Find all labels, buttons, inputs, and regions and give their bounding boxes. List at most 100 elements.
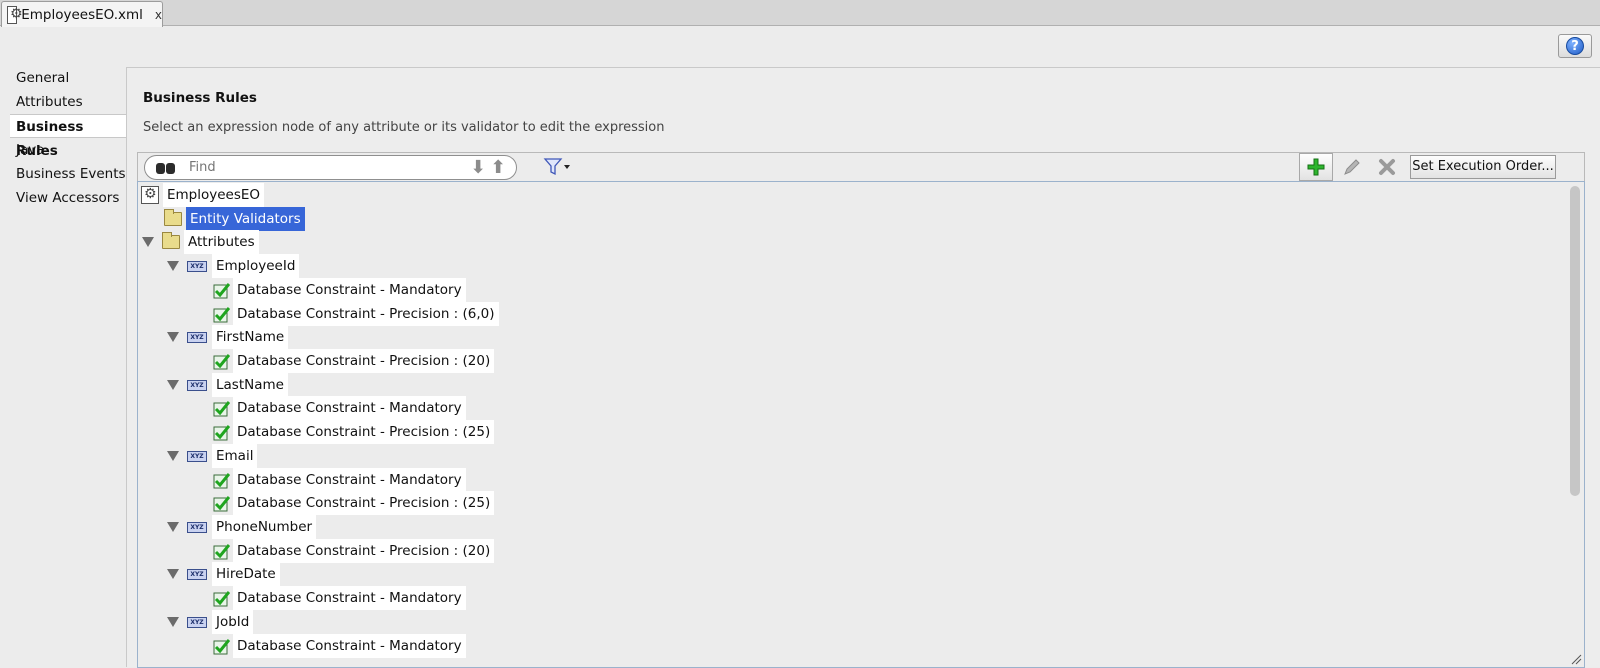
page-description: Select an expression node of any attribu…: [143, 120, 665, 135]
validator-check-icon: [213, 400, 230, 416]
tree-node-attribute[interactable]: XYZ Email: [167, 444, 258, 468]
expand-triangle-icon[interactable]: [167, 451, 179, 461]
tree-label: HireDate: [212, 562, 280, 586]
validator-check-icon: [213, 472, 230, 488]
tree-node-rule[interactable]: Database Constraint - Precision : (25): [213, 420, 495, 444]
validator-check-icon: [213, 638, 230, 654]
attribute-icon: XYZ: [187, 568, 207, 580]
entity-object-icon: [7, 5, 23, 24]
nav-item-business-events[interactable]: Business Events: [0, 162, 127, 186]
expand-triangle-icon[interactable]: [167, 261, 179, 271]
tree-label: Database Constraint - Mandatory: [233, 634, 466, 658]
pencil-icon: [1344, 159, 1360, 175]
nav-item-attributes[interactable]: Attributes: [0, 90, 127, 114]
validator-check-icon: [213, 282, 230, 298]
attribute-icon: XYZ: [187, 616, 207, 628]
attribute-icon: XYZ: [187, 260, 207, 272]
validator-check-icon: [213, 306, 230, 322]
editor-tab-strip: EmployeesEO.xml x: [0, 0, 1600, 27]
folder-icon: [162, 232, 180, 249]
expand-triangle-icon[interactable]: [167, 332, 179, 342]
help-icon: ?: [1566, 37, 1584, 55]
tree-node-attributes[interactable]: Attributes: [142, 230, 259, 254]
tree-label: Database Constraint - Precision : (25): [233, 420, 495, 444]
expand-triangle-icon[interactable]: [167, 569, 179, 579]
find-previous-icon[interactable]: ⬆: [490, 159, 506, 177]
rules-toolbar: ⬇ ⬆ Set Execution Order...: [137, 152, 1585, 182]
tree-label: Database Constraint - Mandatory: [233, 278, 466, 302]
validator-check-icon: [213, 590, 230, 606]
tree-label: Email: [212, 444, 258, 468]
expand-triangle-icon[interactable]: [167, 522, 179, 532]
tree-node-attribute[interactable]: XYZ JobId: [167, 610, 254, 634]
tree-node-rule[interactable]: Database Constraint - Mandatory: [213, 468, 466, 492]
edit-rule-button[interactable]: [1335, 153, 1369, 181]
tree-node-attribute[interactable]: XYZ EmployeeId: [167, 254, 300, 278]
filter-icon[interactable]: [543, 157, 573, 177]
validator-check-icon: [213, 424, 230, 440]
set-execution-order-button[interactable]: Set Execution Order...: [1410, 155, 1556, 179]
expand-triangle-icon[interactable]: [167, 617, 179, 627]
tree-node-rule[interactable]: Database Constraint - Mandatory: [213, 396, 466, 420]
help-button[interactable]: ?: [1558, 34, 1592, 58]
tree-label: Entity Validators: [186, 207, 305, 231]
tree-node-rule[interactable]: Database Constraint - Precision : (6,0): [213, 302, 499, 326]
add-rule-button[interactable]: [1299, 153, 1333, 181]
business-rules-panel: Business Rules Select an expression node…: [126, 67, 1600, 668]
tree-node-rule[interactable]: Database Constraint - Precision : (20): [213, 539, 495, 563]
tree-label: Database Constraint - Mandatory: [233, 468, 466, 492]
tree-label: PhoneNumber: [212, 515, 317, 539]
expand-triangle-icon[interactable]: [167, 380, 179, 390]
tab-label: EmployeesEO.xml: [21, 6, 143, 23]
entity-object-icon: [141, 186, 159, 204]
tree-node-attribute[interactable]: XYZ PhoneNumber: [167, 515, 317, 539]
folder-icon: [164, 209, 182, 226]
validator-check-icon: [213, 543, 230, 559]
tree-label: Attributes: [184, 230, 259, 254]
tree-label: LastName: [212, 373, 288, 397]
tree-node-rule[interactable]: Database Constraint - Precision : (20): [213, 349, 495, 373]
nav-item-general[interactable]: General: [0, 66, 127, 90]
tree-label: JobId: [212, 610, 254, 634]
business-rules-tree: EmployeesEO Entity Validators Attributes…: [137, 181, 1585, 668]
tree-node-rule[interactable]: Database Constraint - Precision : (25): [213, 491, 495, 515]
tree-node-rule[interactable]: Database Constraint - Mandatory: [213, 278, 466, 302]
attribute-icon: XYZ: [187, 331, 207, 343]
attribute-icon: XYZ: [187, 450, 207, 462]
tree-label: Database Constraint - Precision : (20): [233, 539, 495, 563]
tree-label: EmployeesEO: [163, 183, 265, 207]
nav-item-business-rules[interactable]: Business Rules: [10, 114, 127, 159]
vertical-scrollbar[interactable]: [1570, 186, 1580, 496]
delete-icon: [1379, 159, 1395, 175]
find-box: ⬇ ⬆: [144, 155, 517, 180]
tab-employeeseo-xml[interactable]: EmployeesEO.xml x: [1, 1, 163, 27]
tree-label: EmployeeId: [212, 254, 300, 278]
nav-item-view-accessors[interactable]: View Accessors: [0, 186, 127, 210]
binoculars-icon[interactable]: [155, 160, 177, 176]
page-title: Business Rules: [143, 90, 257, 106]
tree-label: Database Constraint - Precision : (6,0): [233, 302, 499, 326]
add-icon: [1307, 158, 1325, 176]
expand-triangle-icon[interactable]: [142, 237, 154, 247]
tree-label: FirstName: [212, 325, 289, 349]
tree-node-attribute[interactable]: XYZ LastName: [167, 373, 288, 397]
tree-label: Database Constraint - Mandatory: [233, 586, 466, 610]
tree-node-rule[interactable]: Database Constraint - Mandatory: [213, 586, 466, 610]
delete-rule-button[interactable]: [1370, 153, 1404, 181]
nav-item-java[interactable]: Java: [0, 138, 127, 162]
tree-node-rule[interactable]: Database Constraint - Mandatory: [213, 634, 466, 658]
close-icon[interactable]: x: [155, 8, 162, 22]
tree-node-attribute[interactable]: XYZ FirstName: [167, 325, 289, 349]
find-input[interactable]: [187, 159, 467, 176]
tree-node-entity-validators[interactable]: Entity Validators: [164, 207, 305, 231]
tree-node-root[interactable]: EmployeesEO: [138, 183, 265, 207]
tree-label: Database Constraint - Mandatory: [233, 396, 466, 420]
validator-check-icon: [213, 353, 230, 369]
editor-navigation: General Attributes Business Rules Java B…: [0, 66, 127, 210]
attribute-icon: XYZ: [187, 521, 207, 533]
resize-grip-icon[interactable]: [1570, 653, 1582, 665]
tree-label: Database Constraint - Precision : (25): [233, 491, 495, 515]
tree-label: Database Constraint - Precision : (20): [233, 349, 495, 373]
find-next-icon[interactable]: ⬇: [470, 159, 486, 177]
tree-node-attribute[interactable]: XYZ HireDate: [167, 562, 280, 586]
